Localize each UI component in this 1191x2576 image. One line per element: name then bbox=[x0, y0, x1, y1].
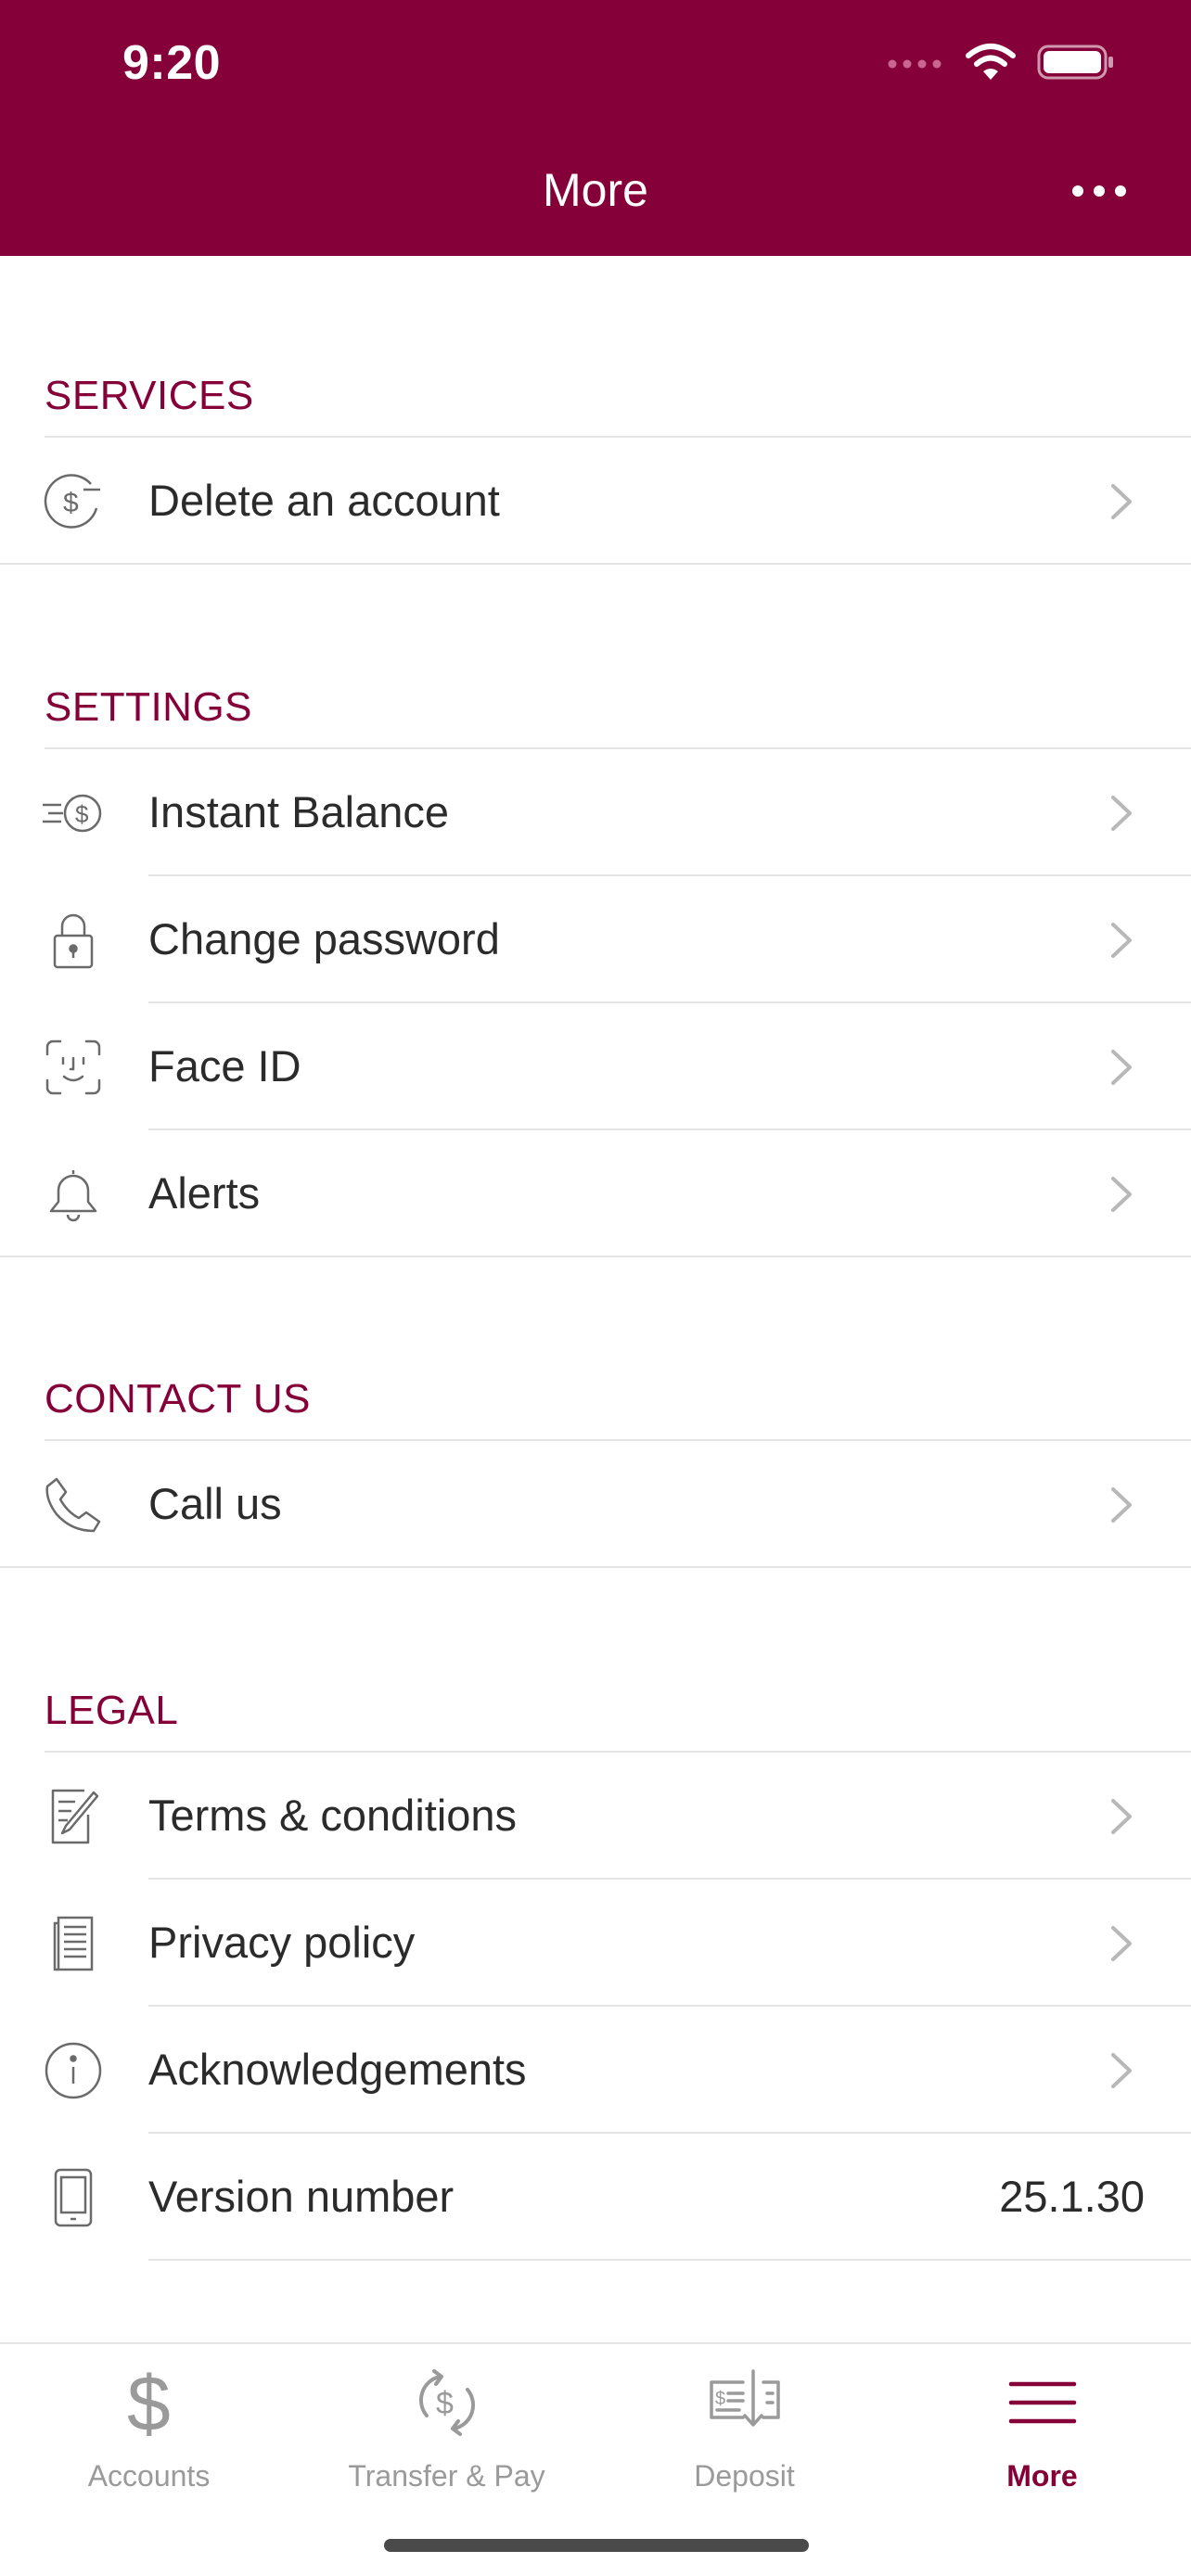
dollar-minus-icon: $ bbox=[41, 471, 106, 532]
row-label: Delete an account bbox=[148, 476, 500, 525]
row-divider bbox=[0, 1566, 1191, 1568]
bell-icon bbox=[41, 1164, 106, 1225]
more-options-button[interactable] bbox=[1067, 165, 1132, 217]
chevron-right-icon bbox=[1111, 2053, 1132, 2088]
svg-text:$: $ bbox=[127, 2366, 171, 2440]
tab-deposit[interactable]: $ Deposit bbox=[596, 2344, 893, 2502]
row-label: Call us bbox=[148, 1479, 282, 1528]
document-lines-icon bbox=[41, 1913, 106, 1974]
section-header-services: SERVICES bbox=[45, 373, 254, 418]
row-label: Instant Balance bbox=[148, 787, 449, 836]
row-divider bbox=[0, 1256, 1191, 1257]
tab-label: More bbox=[1006, 2459, 1078, 2493]
dollar-icon: $ bbox=[0, 2363, 298, 2442]
row-divider bbox=[0, 563, 1191, 565]
document-pen-icon bbox=[41, 1786, 106, 1847]
row-label: Alerts bbox=[148, 1168, 261, 1218]
chevron-right-icon bbox=[1111, 1926, 1132, 1961]
svg-text:$: $ bbox=[715, 2389, 725, 2409]
status-icons bbox=[887, 43, 1115, 82]
row-label: Terms & conditions bbox=[148, 1791, 518, 1840]
section-header-contact-us: CONTACT US bbox=[45, 1376, 311, 1422]
row-privacy-policy[interactable]: Privacy policy bbox=[0, 1880, 1191, 2007]
mobile-device-icon bbox=[41, 2167, 106, 2228]
row-version-number: Version number 25.1.30 bbox=[0, 2134, 1191, 2261]
row-change-password[interactable]: Change password bbox=[0, 876, 1191, 1003]
hamburger-icon bbox=[893, 2363, 1191, 2442]
battery-icon bbox=[1037, 45, 1113, 80]
row-instant-balance[interactable]: $ Instant Balance bbox=[0, 749, 1191, 876]
tab-label: Transfer & Pay bbox=[348, 2459, 545, 2493]
cellular-signal-icon bbox=[888, 59, 941, 69]
chevron-right-icon bbox=[1111, 484, 1132, 519]
face-id-icon bbox=[41, 1037, 106, 1098]
chevron-right-icon bbox=[1111, 796, 1132, 831]
row-label: Version number bbox=[148, 2172, 455, 2221]
page-title: More bbox=[543, 164, 648, 216]
tab-transfer-pay[interactable]: $ Transfer & Pay bbox=[298, 2344, 596, 2502]
home-indicator bbox=[384, 2539, 809, 2552]
check-deposit-icon: $ bbox=[596, 2363, 893, 2442]
transfer-dollar-icon: $ bbox=[298, 2363, 596, 2442]
tab-more[interactable]: More bbox=[893, 2344, 1191, 2502]
info-icon bbox=[41, 2040, 106, 2101]
tab-accounts[interactable]: $ Accounts bbox=[0, 2344, 298, 2502]
tab-label: Accounts bbox=[87, 2459, 211, 2493]
tab-label: Deposit bbox=[694, 2459, 795, 2493]
wifi-icon bbox=[966, 44, 1016, 80]
version-value: 25.1.30 bbox=[999, 2172, 1145, 2221]
status-time: 9:20 bbox=[122, 36, 222, 90]
app-header: 9:20 More bbox=[0, 0, 1191, 256]
row-terms-conditions[interactable]: Terms & conditions bbox=[0, 1753, 1191, 1880]
row-label: Privacy policy bbox=[148, 1918, 416, 1967]
row-face-id[interactable]: Face ID bbox=[0, 1003, 1191, 1130]
row-call-us[interactable]: Call us bbox=[0, 1441, 1191, 1568]
ellipsis-icon bbox=[1072, 185, 1126, 197]
svg-text:$: $ bbox=[75, 800, 89, 828]
chevron-right-icon bbox=[1111, 1799, 1132, 1834]
svg-text:$: $ bbox=[63, 488, 79, 518]
chevron-right-icon bbox=[1111, 1487, 1132, 1523]
section-header-settings: SETTINGS bbox=[45, 684, 253, 730]
fast-dollar-icon: $ bbox=[41, 783, 106, 844]
row-alerts[interactable]: Alerts bbox=[0, 1130, 1191, 1257]
row-acknowledgements[interactable]: Acknowledgements bbox=[0, 2007, 1191, 2134]
chevron-right-icon bbox=[1111, 923, 1132, 958]
section-header-legal: LEGAL bbox=[45, 1688, 179, 1733]
row-divider bbox=[148, 2259, 1191, 2261]
svg-text:$: $ bbox=[436, 2386, 454, 2421]
row-label: Change password bbox=[148, 914, 500, 963]
row-label: Face ID bbox=[148, 1041, 301, 1090]
row-label: Acknowledgements bbox=[148, 2045, 527, 2094]
phone-icon bbox=[41, 1474, 106, 1536]
chevron-right-icon bbox=[1111, 1050, 1132, 1085]
lock-icon bbox=[41, 910, 106, 971]
row-delete-account[interactable]: $ Delete an account bbox=[0, 438, 1191, 565]
chevron-right-icon bbox=[1111, 1177, 1132, 1212]
